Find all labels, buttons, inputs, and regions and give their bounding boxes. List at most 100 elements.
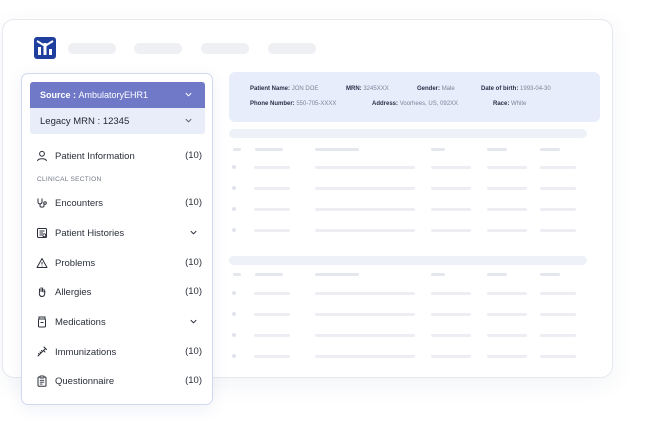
column-header-placeholder bbox=[315, 148, 359, 151]
chevron-down-icon bbox=[185, 118, 192, 123]
row-placeholder bbox=[315, 187, 415, 190]
gender-value: Male bbox=[441, 86, 455, 92]
nav-placeholder bbox=[268, 43, 316, 54]
sidebar-panel: Source : AmbulatoryEHR1 Legacy MRN : 123… bbox=[21, 73, 213, 405]
row-placeholder bbox=[315, 334, 415, 337]
row-placeholder bbox=[540, 292, 576, 295]
sidebar-item-allergies[interactable]: Allergies (10) bbox=[36, 284, 202, 300]
race-value: White bbox=[511, 101, 527, 107]
table-header-placeholder bbox=[229, 129, 587, 138]
column-header-placeholder bbox=[540, 148, 560, 151]
source-dropdown[interactable]: Source : AmbulatoryEHR1 bbox=[30, 82, 205, 108]
sidebar-item-label: Problems bbox=[55, 257, 96, 269]
sidebar-item-count: (10) bbox=[185, 257, 202, 268]
row-placeholder bbox=[540, 313, 576, 316]
chevron-down-icon bbox=[185, 92, 192, 97]
person-icon bbox=[37, 150, 47, 162]
row-placeholder bbox=[431, 292, 471, 295]
row-placeholder bbox=[540, 355, 576, 358]
sidebar-item-questionnaire[interactable]: Questionnaire (10) bbox=[36, 373, 202, 389]
column-header-placeholder bbox=[431, 148, 445, 151]
sidebar-item-label: Medications bbox=[55, 316, 106, 328]
row-placeholder bbox=[487, 187, 527, 190]
sidebar-item-encounters[interactable]: Encounters (10) bbox=[36, 195, 202, 211]
phone-label: Phone Number: bbox=[250, 101, 295, 107]
row-placeholder bbox=[431, 355, 471, 358]
sidebar-item-problems[interactable]: Problems (10) bbox=[36, 255, 202, 271]
sidebar-item-count: (10) bbox=[185, 197, 202, 208]
sidebar-item-immunizations[interactable]: Immunizations (10) bbox=[36, 344, 202, 360]
row-placeholder bbox=[431, 208, 471, 211]
row-dot bbox=[232, 291, 236, 295]
row-placeholder bbox=[315, 292, 415, 295]
race-label: Race: bbox=[493, 101, 510, 107]
column-header-placeholder bbox=[255, 273, 283, 276]
row-placeholder bbox=[315, 229, 415, 232]
legacy-mrn-dropdown[interactable]: Legacy MRN : 12345 bbox=[30, 108, 205, 134]
sidebar-item-count: (10) bbox=[185, 150, 202, 161]
address-label: Address: bbox=[372, 101, 399, 107]
row-placeholder bbox=[540, 208, 576, 211]
row-placeholder bbox=[431, 187, 471, 190]
sidebar-item-medications[interactable]: Medications bbox=[36, 314, 202, 330]
row-placeholder bbox=[540, 166, 576, 169]
sidebar-item-count: (10) bbox=[185, 286, 202, 297]
row-placeholder bbox=[315, 313, 415, 316]
gender-label: Gender: bbox=[417, 86, 441, 92]
row-placeholder bbox=[487, 166, 527, 169]
mrn-label: MRN: bbox=[346, 86, 362, 92]
patient-banner: Patient Name: JON DOE MRN: 3245XXX Gende… bbox=[229, 72, 600, 122]
history-document-icon bbox=[37, 228, 47, 238]
patient-name-value: JON DOE bbox=[291, 86, 319, 92]
phone-value: 550-705-XXXX bbox=[296, 101, 337, 107]
row-dot bbox=[232, 207, 236, 211]
column-header-placeholder bbox=[540, 273, 560, 276]
row-dot bbox=[232, 186, 236, 190]
table-header-placeholder bbox=[229, 256, 587, 265]
chevron-down-icon bbox=[190, 319, 197, 324]
mrn-value: 3245XXX bbox=[363, 86, 389, 92]
pill-bottle-icon bbox=[38, 316, 46, 328]
row-placeholder bbox=[431, 229, 471, 232]
row-placeholder bbox=[487, 334, 527, 337]
row-placeholder bbox=[315, 166, 415, 169]
row-placeholder bbox=[431, 334, 471, 337]
row-dot bbox=[232, 228, 236, 232]
sidebar-item-label: Patient Information bbox=[55, 150, 135, 162]
sidebar-item-label: Encounters bbox=[55, 197, 104, 209]
nav-placeholder bbox=[201, 43, 249, 54]
warning-icon bbox=[36, 258, 48, 268]
column-header-placeholder bbox=[255, 148, 283, 151]
row-placeholder bbox=[487, 229, 527, 232]
sidebar-item-label: Immunizations bbox=[55, 346, 117, 358]
row-dot bbox=[232, 312, 236, 316]
dob-label: Date of birth: bbox=[481, 86, 519, 92]
brand-logo-icon bbox=[34, 37, 56, 59]
legacy-mrn-value: 12345 bbox=[102, 115, 130, 127]
row-placeholder bbox=[540, 334, 576, 337]
hand-icon bbox=[38, 287, 46, 298]
row-dot bbox=[232, 354, 236, 358]
row-placeholder bbox=[254, 334, 290, 337]
row-placeholder bbox=[540, 187, 576, 190]
chevron-down-icon bbox=[190, 230, 197, 235]
column-header-placeholder bbox=[431, 273, 445, 276]
row-dot bbox=[232, 333, 236, 337]
row-placeholder bbox=[431, 166, 471, 169]
row-placeholder bbox=[487, 313, 527, 316]
sidebar-item-label: Questionnaire bbox=[55, 375, 115, 387]
legacy-mrn-label: Legacy MRN : bbox=[40, 115, 101, 127]
clipboard-icon bbox=[37, 375, 47, 387]
sidebar-item-label: Patient Histories bbox=[55, 227, 125, 239]
stethoscope-icon bbox=[37, 198, 47, 208]
sidebar-item-patient-information[interactable]: Patient Information (10) bbox=[36, 148, 202, 164]
nav-placeholder bbox=[134, 43, 182, 54]
row-placeholder bbox=[431, 313, 471, 316]
row-dot bbox=[232, 165, 236, 169]
patient-name-label: Patient Name: bbox=[250, 86, 291, 92]
clinical-section-heading: CLINICAL SECTION bbox=[37, 176, 102, 183]
source-value: AmbulatoryEHR1 bbox=[78, 90, 149, 100]
sidebar-item-patient-histories[interactable]: Patient Histories bbox=[36, 225, 202, 241]
dob-value: 1993-04-30 bbox=[520, 86, 551, 92]
sidebar-item-count: (10) bbox=[185, 346, 202, 357]
